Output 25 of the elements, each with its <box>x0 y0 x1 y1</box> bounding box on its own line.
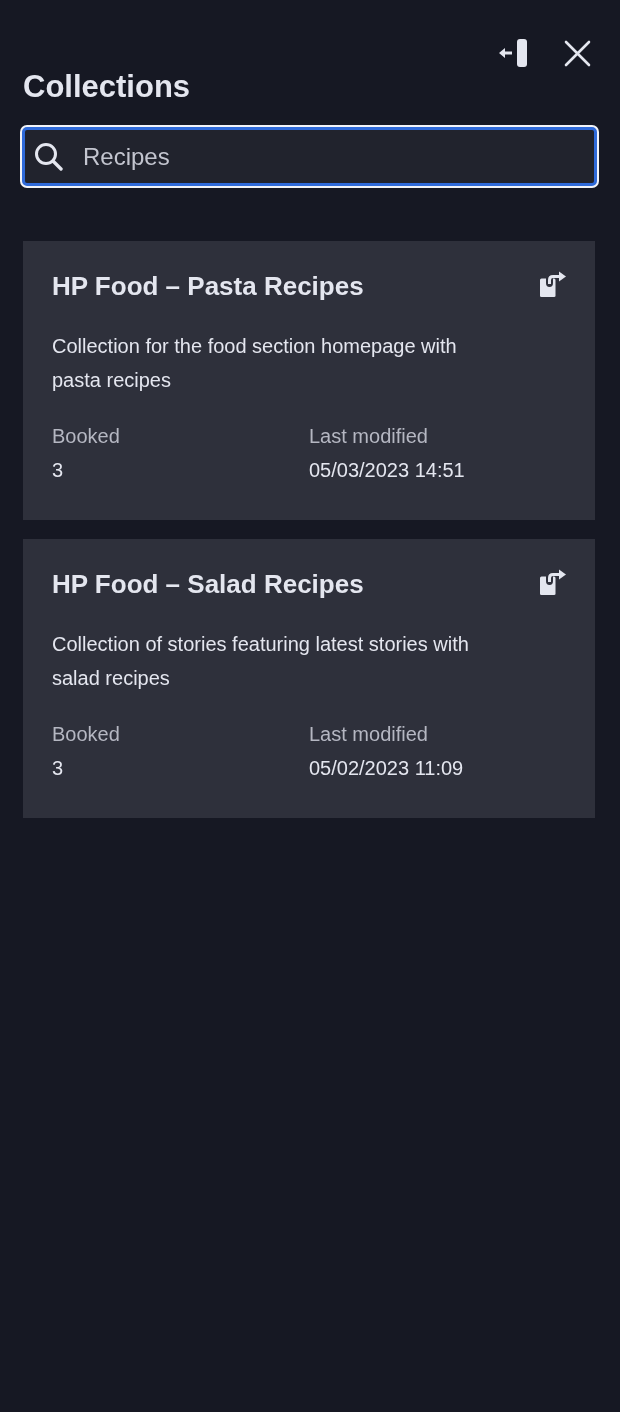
collection-card[interactable]: HP Food – Pasta Recipes Collection for the food section homepage with pasta recipes Booked 3 Last modified 05/03/2023 14:51 <box>23 241 595 520</box>
search-field[interactable]: Recipes <box>22 127 597 186</box>
panel-title: Collections <box>23 69 192 105</box>
field-label: Last modified <box>309 722 429 747</box>
field-label: Booked <box>52 722 121 747</box>
export-button[interactable] <box>538 569 567 596</box>
close-button[interactable] <box>564 39 591 67</box>
collection-title: HP Food – Pasta Recipes <box>52 270 364 303</box>
collection-card[interactable]: HP Food – Salad Recipes Collection of stories featuring latest stories with salad recipes Booked 3 Last modified 05/02/2023 11:09 <box>23 539 595 818</box>
field-value: 3 <box>52 458 65 483</box>
arrow-left-bar-icon <box>498 38 528 68</box>
field-value: 05/02/2023 11:09 <box>309 756 465 781</box>
field-label: Booked <box>52 424 121 449</box>
export-icon <box>538 569 567 596</box>
close-icon <box>564 39 591 67</box>
collection-description: Collection for the food section homepage with pasta recipes <box>52 334 458 393</box>
field-value: 05/03/2023 14:51 <box>309 458 466 483</box>
export-button[interactable] <box>538 271 567 298</box>
field-value: 3 <box>52 756 65 781</box>
collection-description: Collection of stories featuring latest stories with salad recipes <box>52 632 470 691</box>
field-label: Last modified <box>309 424 429 449</box>
export-icon <box>538 271 567 298</box>
search-icon <box>34 142 63 171</box>
collapse-panel-button[interactable] <box>498 38 528 68</box>
collection-title: HP Food – Salad Recipes <box>52 568 364 601</box>
